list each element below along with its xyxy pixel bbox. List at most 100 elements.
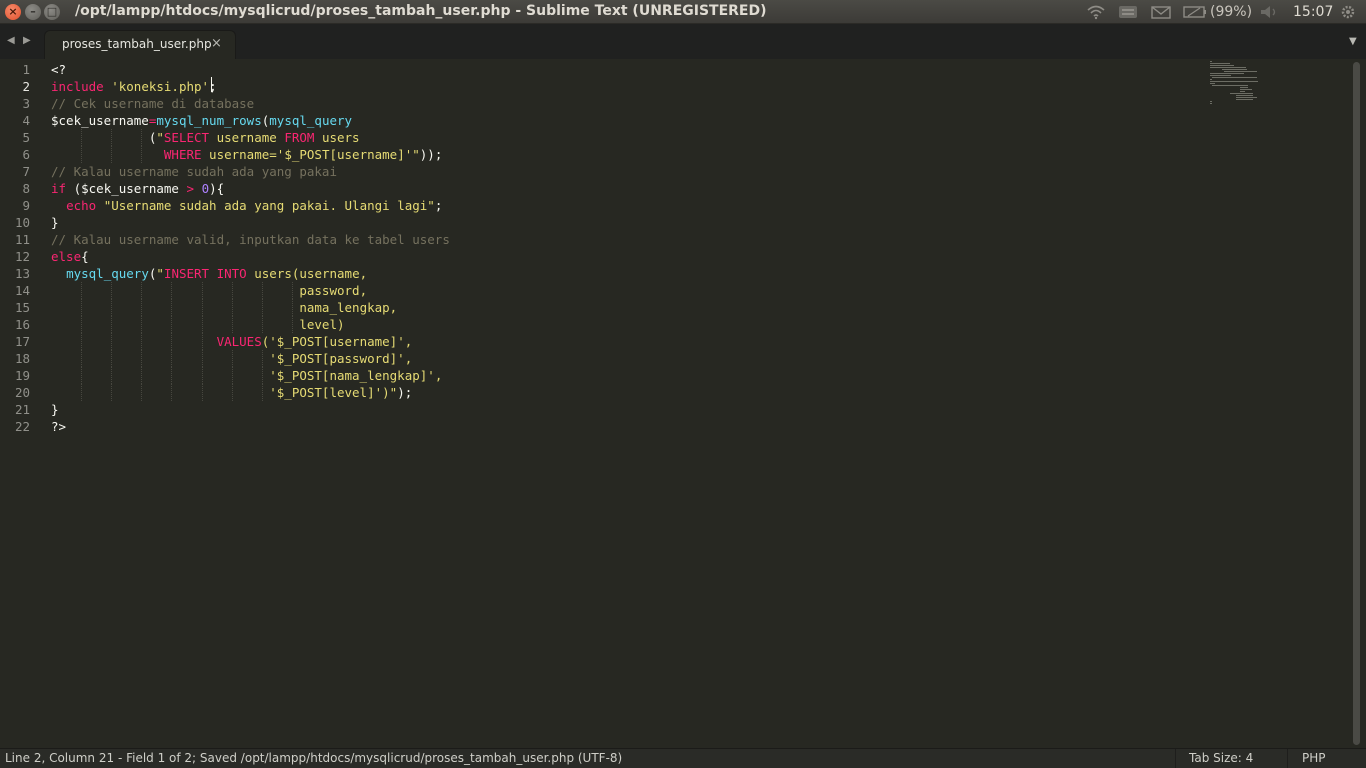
tab-back-arrow-icon[interactable]: ◀ (7, 35, 15, 46)
vertical-scrollbar[interactable] (1351, 62, 1362, 745)
code-line[interactable]: password, (51, 282, 367, 299)
mail-icon[interactable] (1151, 4, 1171, 20)
line-number: 10 (14, 215, 30, 230)
code-line[interactable]: // Kalau username sudah ada yang pakai (51, 163, 337, 180)
keyboard-icon[interactable] (1118, 4, 1138, 20)
indent-guide (171, 282, 172, 299)
line-number: 21 (14, 402, 30, 417)
status-bar: Line 2, Column 21 - Field 1 of 2; Saved … (0, 748, 1366, 768)
code-line[interactable]: WHERE username='$_POST[username]'")); (51, 146, 442, 163)
indent-guide (202, 333, 203, 350)
indent-guide (111, 316, 112, 333)
tab-size-selector[interactable]: Tab Size: 4 (1189, 751, 1253, 765)
minimap-line (1210, 73, 1244, 74)
indent-guide (171, 367, 172, 384)
code-text: $cek_username=mysql_num_rows(mysql_query (51, 113, 353, 128)
code-line[interactable]: $cek_username=mysql_num_rows(mysql_query (51, 112, 352, 129)
indent-guide (292, 299, 293, 316)
indent-guide (232, 299, 233, 316)
minimap-line (1236, 97, 1257, 98)
line-number: 20 (14, 385, 30, 400)
indent-guide (141, 384, 142, 401)
window-maximize-button[interactable]: □ (44, 4, 60, 20)
indent-guide (292, 282, 293, 299)
line-number: 17 (14, 334, 30, 349)
indent-guide (111, 384, 112, 401)
code-line[interactable]: VALUES('$_POST[username]', (51, 333, 412, 350)
volume-icon[interactable] (1259, 4, 1279, 20)
code-line[interactable]: } (51, 214, 59, 231)
minimap-line (1210, 63, 1230, 64)
indent-guide (81, 367, 82, 384)
indent-guide (232, 384, 233, 401)
code-line[interactable]: include 'koneksi.php'; (51, 78, 217, 95)
code-text: } (51, 402, 59, 417)
code-line[interactable]: if ($cek_username > 0){ (51, 180, 224, 197)
scrollbar-thumb[interactable] (1353, 62, 1360, 745)
tab-proses-tambah-user[interactable]: proses_tambah_user.php × (44, 30, 236, 59)
minimap-line (1222, 69, 1247, 70)
indent-guide (111, 282, 112, 299)
clock[interactable]: 15:07 (1293, 4, 1333, 20)
code-text: WHERE username='$_POST[username]'")); (163, 147, 443, 162)
tab-dropdown-icon[interactable]: ▼ (1349, 36, 1357, 47)
line-number: 4 (22, 113, 30, 128)
window-minimize-button[interactable]: – (25, 4, 41, 20)
indent-guide (81, 384, 82, 401)
line-number: 18 (14, 351, 30, 366)
code-line[interactable]: mysql_query("INSERT INTO users(username, (51, 265, 367, 282)
indent-guide (81, 299, 82, 316)
indent-guide (81, 333, 82, 350)
code-line[interactable]: '$_POST[nama_lengkap]', (51, 367, 442, 384)
window-title: /opt/lampp/htdocs/mysqlicrud/proses_tamb… (75, 3, 767, 19)
line-number: 11 (14, 232, 30, 247)
code-line[interactable]: nama_lengkap, (51, 299, 397, 316)
code-line[interactable]: level) (51, 316, 345, 333)
code-text: if ($cek_username > 0){ (51, 181, 225, 196)
code-text: ?> (51, 419, 67, 434)
line-number: 19 (14, 368, 30, 383)
minimap-line (1212, 85, 1248, 86)
tab-forward-arrow-icon[interactable]: ▶ (23, 35, 31, 46)
code-editor[interactable]: 1 2 3 4 5 6 7 8 9 10 11 12 13 14 15 16 17 18 19 20 21 22 <? in… (0, 59, 1366, 748)
indent-guide (202, 350, 203, 367)
minimap-line (1210, 61, 1212, 62)
syntax-selector[interactable]: PHP (1302, 751, 1326, 765)
code-text: '$_POST[nama_lengkap]', (269, 368, 443, 383)
code-line[interactable]: <? (51, 61, 66, 78)
code-line[interactable]: // Kalau username valid, inputkan data k… (51, 231, 450, 248)
code-text: nama_lengkap, (299, 300, 398, 315)
line-number: 16 (14, 317, 30, 332)
code-line[interactable]: // Cek username di database (51, 95, 254, 112)
window-close-button[interactable]: × (5, 4, 21, 20)
code-line[interactable]: echo "Username sudah ada yang pakai. Ula… (51, 197, 442, 214)
code-line[interactable]: } (51, 401, 59, 418)
indent-guide (292, 316, 293, 333)
line-number: 15 (14, 300, 30, 315)
indent-guide (171, 333, 172, 350)
minimap-line (1210, 83, 1215, 84)
indent-guide (81, 316, 82, 333)
code-line[interactable]: ?> (51, 418, 66, 435)
code-text: ("SELECT username FROM users (51, 130, 360, 145)
line-number: 3 (22, 96, 30, 111)
indent-guide (111, 299, 112, 316)
code-line[interactable]: '$_POST[password]', (51, 350, 412, 367)
tab-close-icon[interactable]: × (211, 36, 222, 51)
indent-guide (202, 282, 203, 299)
minimap[interactable] (1210, 59, 1270, 109)
indent-guide (111, 146, 112, 163)
code-line[interactable]: '$_POST[level]')"); (51, 384, 412, 401)
gear-icon[interactable] (1338, 4, 1358, 20)
wifi-icon[interactable] (1086, 4, 1106, 20)
battery-icon[interactable] (1183, 4, 1207, 20)
indent-guide (111, 333, 112, 350)
code-text: level) (299, 317, 345, 332)
code-area[interactable]: <? include 'koneksi.php'; // Cek username … (51, 59, 1201, 748)
code-line[interactable]: else{ (51, 248, 89, 265)
indent-guide (111, 367, 112, 384)
line-number-gutter: 1 2 3 4 5 6 7 8 9 10 11 12 13 14 15 16 17 18 19 20 21 22 (0, 59, 44, 748)
tab-bar: ◀ ▶ proses_tambah_user.php × ▼ (0, 24, 1366, 59)
code-line[interactable]: ("SELECT username FROM users (51, 129, 360, 146)
minimap-line (1236, 99, 1253, 100)
